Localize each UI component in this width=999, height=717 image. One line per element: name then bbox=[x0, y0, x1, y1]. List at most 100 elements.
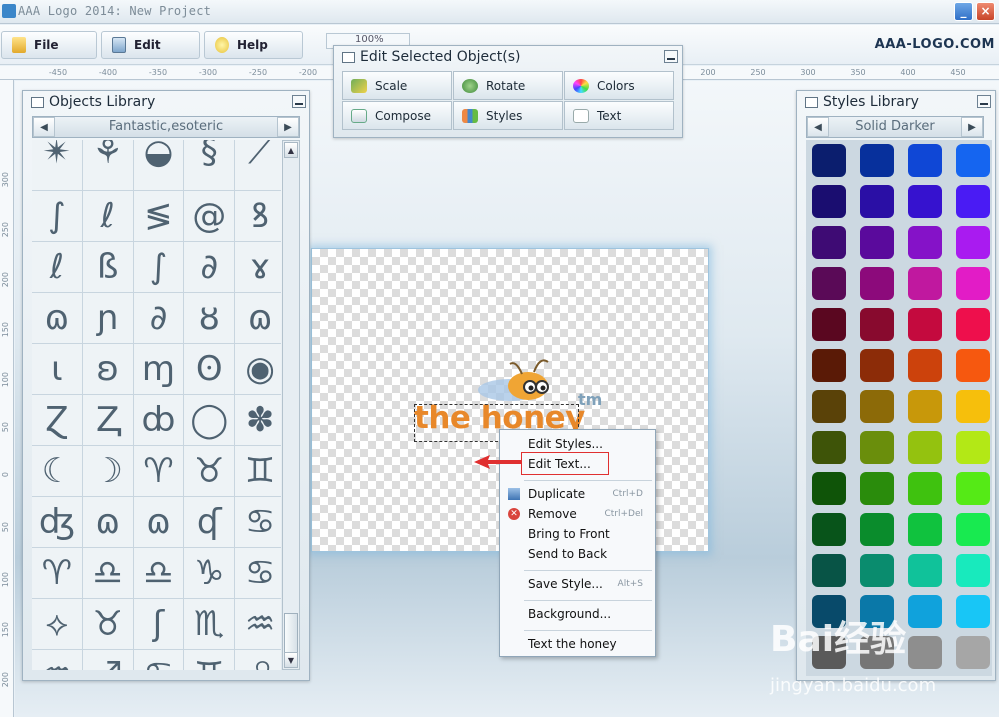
file-menu-button[interactable]: File bbox=[1, 31, 97, 59]
object-symbol[interactable]: ∫ bbox=[133, 242, 184, 292]
object-symbol[interactable]: ɷ bbox=[235, 293, 281, 343]
object-symbol[interactable]: ⟋ bbox=[235, 140, 281, 190]
object-symbol[interactable]: ♎ bbox=[82, 548, 133, 598]
style-swatch[interactable] bbox=[956, 144, 990, 177]
object-symbol[interactable]: ♊ bbox=[184, 650, 235, 670]
object-symbol[interactable]: ♋ bbox=[133, 650, 184, 670]
object-symbol[interactable]: ♒ bbox=[32, 650, 82, 670]
style-swatch[interactable] bbox=[812, 144, 846, 177]
object-symbol[interactable]: ɩ bbox=[32, 344, 82, 394]
style-swatch[interactable] bbox=[860, 431, 894, 464]
style-swatch[interactable] bbox=[812, 349, 846, 382]
object-symbol[interactable]: ♈ bbox=[32, 548, 82, 598]
style-swatch[interactable] bbox=[956, 185, 990, 218]
compose-button[interactable]: Compose bbox=[342, 101, 452, 130]
style-swatch[interactable] bbox=[956, 595, 990, 628]
style-swatch[interactable] bbox=[908, 349, 942, 382]
style-swatch[interactable] bbox=[812, 390, 846, 423]
style-swatch[interactable] bbox=[860, 472, 894, 505]
object-symbol[interactable]: ♉ bbox=[82, 599, 133, 649]
object-symbol[interactable]: ɤ bbox=[235, 242, 281, 292]
menu-item-remove[interactable]: ✕ Remove Ctrl+Del bbox=[500, 504, 655, 524]
menu-item-edit-styles[interactable]: Edit Styles... bbox=[500, 434, 655, 454]
object-symbol[interactable]: ♌ bbox=[235, 650, 281, 670]
object-symbol[interactable]: ɲ bbox=[82, 293, 133, 343]
styles-button[interactable]: Styles bbox=[453, 101, 563, 130]
style-swatch[interactable] bbox=[860, 267, 894, 300]
menu-item-bring-to-front[interactable]: Bring to Front bbox=[500, 524, 655, 544]
object-symbol[interactable]: ≶ bbox=[133, 191, 184, 241]
style-swatch[interactable] bbox=[908, 267, 942, 300]
object-symbol[interactable]: ♎ bbox=[133, 548, 184, 598]
object-symbol[interactable]: ℓ bbox=[32, 242, 82, 292]
menu-item-text-the-honey[interactable]: Text the honey bbox=[500, 634, 655, 654]
object-symbol[interactable]: ♉ bbox=[184, 446, 235, 496]
object-symbol[interactable]: § bbox=[184, 140, 235, 190]
object-symbol[interactable]: ʠ bbox=[184, 497, 235, 547]
style-swatch[interactable] bbox=[908, 185, 942, 218]
style-swatch[interactable] bbox=[860, 144, 894, 177]
style-swatch[interactable] bbox=[956, 267, 990, 300]
style-swatch[interactable] bbox=[860, 513, 894, 546]
object-symbol[interactable]: ∫ bbox=[32, 191, 82, 241]
style-swatch[interactable] bbox=[956, 308, 990, 341]
object-symbol[interactable]: ꝸ bbox=[235, 191, 281, 241]
object-symbol[interactable]: ⚘ bbox=[82, 140, 133, 190]
close-button[interactable]: × bbox=[976, 2, 995, 21]
style-swatch[interactable] bbox=[956, 513, 990, 546]
style-swatch[interactable] bbox=[908, 513, 942, 546]
style-swatch[interactable] bbox=[956, 390, 990, 423]
objects-scrollbar[interactable]: ▲ ▼ bbox=[282, 140, 300, 670]
object-symbol[interactable]: ♏ bbox=[184, 599, 235, 649]
object-symbol[interactable]: ℓ bbox=[82, 191, 133, 241]
style-swatch[interactable] bbox=[956, 431, 990, 464]
object-symbol[interactable]: ◯ bbox=[184, 395, 235, 445]
object-symbol[interactable]: ✽ bbox=[235, 395, 281, 445]
style-swatch[interactable] bbox=[908, 431, 942, 464]
panel-minimize-button[interactable] bbox=[292, 95, 306, 108]
menu-item-save-style[interactable]: Save Style... Alt+S bbox=[500, 574, 655, 594]
object-symbol[interactable]: ∂ bbox=[133, 293, 184, 343]
object-symbol[interactable]: ♒ bbox=[235, 599, 281, 649]
object-symbol[interactable]: ✴ bbox=[32, 140, 82, 190]
style-swatch[interactable] bbox=[956, 472, 990, 505]
style-swatch[interactable] bbox=[860, 185, 894, 218]
previous-arrow-icon[interactable]: ◀ bbox=[807, 117, 829, 137]
object-symbol[interactable]: ɷ bbox=[32, 293, 82, 343]
style-swatch[interactable] bbox=[812, 472, 846, 505]
menu-item-background[interactable]: Background... bbox=[500, 604, 655, 624]
object-symbol[interactable]: Ⱬ bbox=[82, 395, 133, 445]
object-symbol[interactable]: ♊ bbox=[235, 446, 281, 496]
panel-minimize-button[interactable] bbox=[977, 95, 991, 108]
style-swatch[interactable] bbox=[812, 431, 846, 464]
style-swatch[interactable] bbox=[812, 185, 846, 218]
rotate-button[interactable]: Rotate bbox=[453, 71, 563, 100]
object-symbol[interactable]: ȸ bbox=[133, 395, 184, 445]
style-swatch[interactable] bbox=[812, 226, 846, 259]
object-symbol[interactable]: ♋ bbox=[235, 548, 281, 598]
object-symbol[interactable]: ♋ bbox=[235, 497, 281, 547]
style-swatch[interactable] bbox=[812, 267, 846, 300]
help-menu-button[interactable]: Help bbox=[204, 31, 303, 59]
style-swatch[interactable] bbox=[908, 308, 942, 341]
object-symbol[interactable]: @ bbox=[184, 191, 235, 241]
trademark-text[interactable]: tm bbox=[578, 390, 602, 409]
brand-label[interactable]: AAA-LOGO.COM bbox=[875, 37, 995, 52]
style-swatch[interactable] bbox=[908, 226, 942, 259]
object-symbol[interactable]: ʃ bbox=[133, 599, 184, 649]
object-symbol[interactable]: Ɀ bbox=[32, 395, 82, 445]
object-symbol[interactable]: ∂ bbox=[184, 242, 235, 292]
style-swatch[interactable] bbox=[812, 308, 846, 341]
colors-button[interactable]: Colors bbox=[564, 71, 674, 100]
object-symbol[interactable]: ȣ bbox=[184, 293, 235, 343]
object-symbol[interactable]: ♑ bbox=[184, 548, 235, 598]
style-swatch[interactable] bbox=[908, 554, 942, 587]
menu-item-send-to-back[interactable]: Send to Back bbox=[500, 544, 655, 564]
scroll-up-icon[interactable]: ▲ bbox=[284, 142, 298, 158]
menu-item-duplicate[interactable]: Duplicate Ctrl+D bbox=[500, 484, 655, 504]
style-swatch[interactable] bbox=[812, 554, 846, 587]
style-swatch[interactable] bbox=[956, 226, 990, 259]
object-symbol[interactable]: ß bbox=[82, 242, 133, 292]
style-swatch[interactable] bbox=[956, 554, 990, 587]
edit-menu-button[interactable]: Edit bbox=[101, 31, 200, 59]
